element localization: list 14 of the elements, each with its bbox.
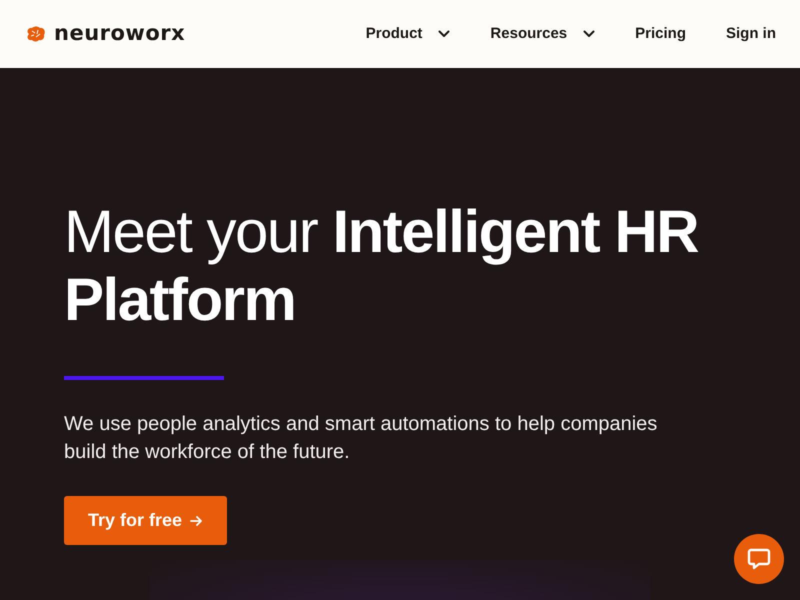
nav-dropdown[interactable]: Product	[366, 22, 450, 46]
brain-logo-icon	[26, 26, 46, 42]
nav-dropdown[interactable]: Resources	[490, 22, 596, 46]
chevron-down-icon	[583, 30, 596, 38]
chat-bubble-icon	[747, 548, 771, 570]
arrow-right-icon	[190, 514, 204, 526]
nav-link[interactable]: Pricing	[635, 22, 686, 46]
chevron-down-icon	[438, 30, 450, 38]
chat-button[interactable]	[734, 534, 784, 584]
hero-heading: Meet your Intelligent HR Platform	[64, 198, 700, 334]
try-for-free-button[interactable]: Try for free	[64, 496, 228, 545]
brand-name[interactable]: neuroworx	[54, 18, 186, 50]
hero-description: We use people analytics and smart automations to help companies build the workforce of the future.	[64, 412, 658, 465]
nav-link[interactable]: Sign in	[726, 22, 776, 46]
